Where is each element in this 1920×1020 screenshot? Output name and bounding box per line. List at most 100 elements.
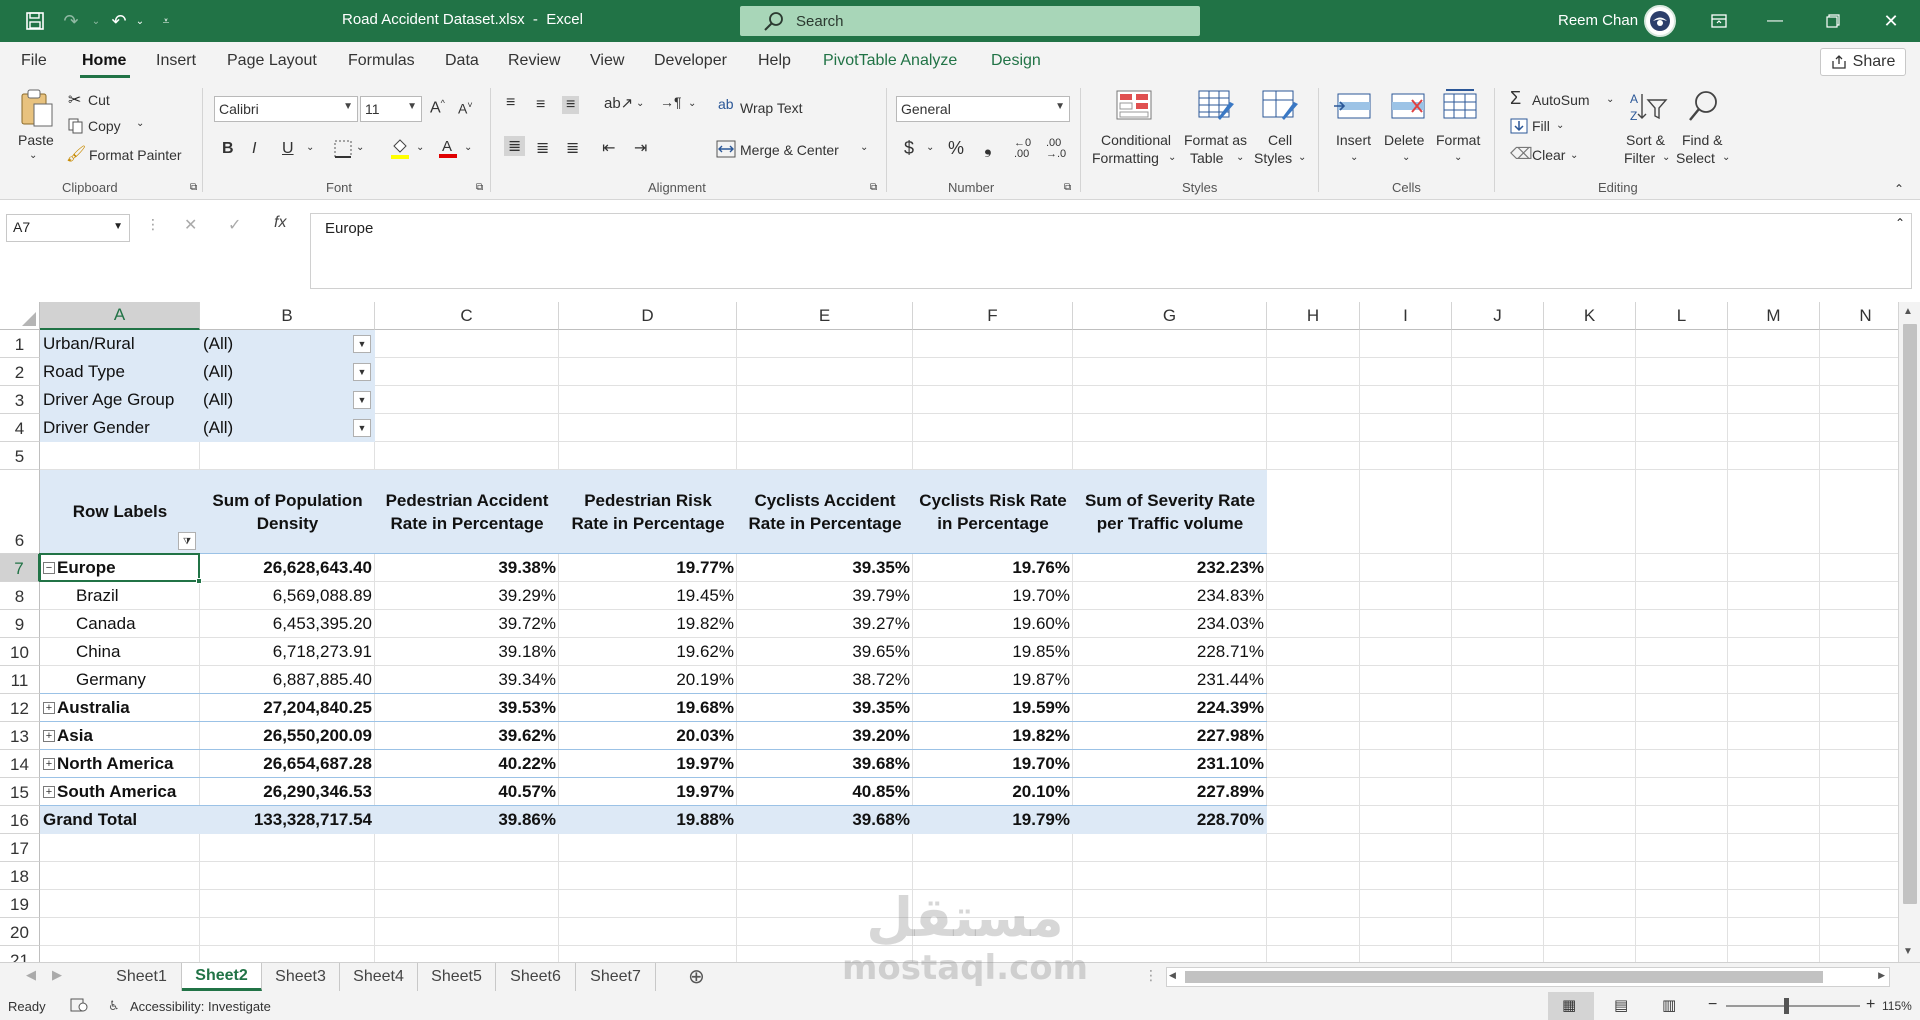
- insert-cells-icon[interactable]: [1334, 92, 1374, 123]
- increase-font-icon[interactable]: A^: [430, 98, 445, 117]
- split-handle-icon[interactable]: ⋮: [1144, 967, 1158, 984]
- cell-styles-label1[interactable]: Cell: [1268, 132, 1292, 148]
- row-header[interactable]: 21: [0, 946, 40, 962]
- sort-filter-label2[interactable]: Filter: [1624, 150, 1655, 166]
- align-right-icon[interactable]: ≣: [566, 138, 579, 158]
- find-select-label1[interactable]: Find &: [1682, 132, 1722, 148]
- sheet-tab-3[interactable]: Sheet3: [262, 963, 340, 991]
- value-cell[interactable]: 39.79%: [737, 582, 913, 610]
- value-cell[interactable]: 224.39%: [1073, 694, 1267, 722]
- autosum-icon[interactable]: Σ: [1510, 88, 1521, 109]
- horizontal-scrollbar[interactable]: ◀ ▶: [1166, 967, 1890, 987]
- format-painter-icon[interactable]: 🖌: [66, 144, 86, 164]
- paste-icon[interactable]: [18, 88, 56, 133]
- row-header[interactable]: 12: [0, 694, 40, 722]
- scroll-tabs-right-icon[interactable]: ▶: [52, 967, 62, 983]
- value-cell[interactable]: 231.10%: [1073, 750, 1267, 778]
- bold-icon[interactable]: B: [222, 140, 234, 158]
- expand-icon[interactable]: +: [43, 702, 55, 714]
- value-cell[interactable]: 19.82%: [913, 722, 1073, 750]
- value-cell[interactable]: 39.34%: [375, 666, 559, 694]
- chevron-down-icon[interactable]: ⌄: [1606, 94, 1614, 105]
- row-header[interactable]: 7: [0, 554, 40, 582]
- row-header[interactable]: 16: [0, 806, 40, 834]
- chevron-down-icon[interactable]: ⌄: [1570, 150, 1578, 161]
- comma-style-icon[interactable]: ❟: [984, 136, 992, 159]
- chevron-down-icon[interactable]: ⌄: [1722, 152, 1730, 163]
- merge-center-icon[interactable]: [716, 140, 736, 161]
- column-header[interactable]: I: [1360, 302, 1452, 330]
- user-name[interactable]: Reem Chan: [1558, 12, 1638, 29]
- alignment-launcher-icon[interactable]: ⧉: [870, 182, 877, 193]
- chevron-down-icon[interactable]: ⌄: [1350, 152, 1358, 163]
- column-header[interactable]: L: [1636, 302, 1728, 330]
- cell-styles-icon[interactable]: [1262, 90, 1300, 125]
- value-cell[interactable]: 20.03%: [559, 722, 737, 750]
- sheet-tab-4[interactable]: Sheet4: [340, 963, 418, 991]
- row-header[interactable]: 9: [0, 610, 40, 638]
- restore-icon[interactable]: [1810, 6, 1856, 36]
- close-icon[interactable]: ✕: [1868, 6, 1914, 36]
- font-launcher-icon[interactable]: ⧉: [476, 182, 483, 193]
- row-label[interactable]: + Australia: [40, 694, 200, 722]
- insert-function-icon[interactable]: fx: [274, 214, 286, 232]
- scroll-down-icon[interactable]: ▼: [1903, 946, 1913, 957]
- fill-color-icon[interactable]: [390, 138, 410, 163]
- scroll-tabs-left-icon[interactable]: ◀: [26, 967, 36, 983]
- row-label[interactable]: Brazil: [40, 582, 200, 610]
- value-cell[interactable]: 39.35%: [737, 694, 913, 722]
- value-cell[interactable]: 39.62%: [375, 722, 559, 750]
- format-as-table-label2[interactable]: Table: [1190, 150, 1223, 166]
- font-color-dropdown-icon[interactable]: ⌄: [464, 142, 472, 153]
- increase-decimal-icon[interactable]: ←0.00: [1014, 138, 1031, 160]
- value-cell[interactable]: 38.72%: [737, 666, 913, 694]
- column-field-header[interactable]: Pedestrian Risk Rate in Percentage: [559, 474, 737, 550]
- chevron-down-icon[interactable]: ⌄: [1168, 152, 1176, 163]
- chevron-down-icon[interactable]: ▼: [353, 363, 371, 381]
- accessibility-icon[interactable]: ♿: [108, 998, 120, 1014]
- format-as-table-label1[interactable]: Format as: [1184, 132, 1247, 148]
- undo-dropdown-icon[interactable]: ⌄: [132, 9, 148, 33]
- row-header[interactable]: 19: [0, 890, 40, 918]
- expand-icon[interactable]: +: [43, 758, 55, 770]
- percent-icon[interactable]: %: [948, 138, 964, 159]
- fill-button[interactable]: Fill: [1532, 118, 1550, 134]
- orientation-icon[interactable]: ab↗: [604, 94, 633, 112]
- row-labels-header[interactable]: Row Labels: [40, 470, 200, 554]
- autosum-button[interactable]: AutoSum: [1532, 92, 1590, 108]
- value-cell[interactable]: 26,290,346.53: [200, 778, 375, 806]
- cancel-icon[interactable]: ✕: [184, 215, 197, 235]
- fill-handle[interactable]: [196, 578, 202, 584]
- tab-page-layout[interactable]: Page Layout: [227, 52, 317, 70]
- enter-icon[interactable]: ✓: [228, 215, 241, 235]
- top-align-icon[interactable]: ≡: [506, 94, 515, 112]
- italic-icon[interactable]: I: [252, 140, 256, 158]
- search-box[interactable]: Search: [740, 6, 1200, 36]
- find-select-label2[interactable]: Select: [1676, 150, 1715, 166]
- column-header[interactable]: G: [1073, 302, 1267, 330]
- value-cell[interactable]: 27,204,840.25: [200, 694, 375, 722]
- cut-button[interactable]: Cut: [88, 92, 110, 108]
- delete-cells-button[interactable]: Delete: [1384, 132, 1424, 148]
- row-header[interactable]: 5: [0, 442, 40, 470]
- value-cell[interactable]: 20.19%: [559, 666, 737, 694]
- insert-cells-button[interactable]: Insert: [1336, 132, 1371, 148]
- value-cell[interactable]: 232.23%: [1073, 554, 1267, 582]
- align-center-icon[interactable]: ≣: [536, 138, 549, 158]
- chevron-down-icon[interactable]: ▼: [353, 335, 371, 353]
- row-label[interactable]: China: [40, 638, 200, 666]
- value-cell[interactable]: 19.88%: [559, 806, 737, 834]
- value-cell[interactable]: 19.70%: [913, 582, 1073, 610]
- font-name-dropdown[interactable]: Calibri ▼: [214, 96, 358, 122]
- currency-dropdown-icon[interactable]: ⌄: [926, 142, 934, 153]
- expand-icon[interactable]: +: [43, 786, 55, 798]
- column-header[interactable]: K: [1544, 302, 1636, 330]
- value-cell[interactable]: 39.86%: [375, 806, 559, 834]
- grand-total-label[interactable]: Grand Total: [40, 806, 200, 834]
- customize-toolbar-icon[interactable]: ⩡: [156, 9, 176, 33]
- tab-file[interactable]: File: [21, 52, 47, 70]
- column-header[interactable]: E: [737, 302, 913, 330]
- bottom-align-icon[interactable]: ≡: [562, 96, 580, 114]
- cell-styles-label2[interactable]: Styles: [1254, 150, 1292, 166]
- filter-field-label[interactable]: Urban/Rural: [40, 330, 200, 358]
